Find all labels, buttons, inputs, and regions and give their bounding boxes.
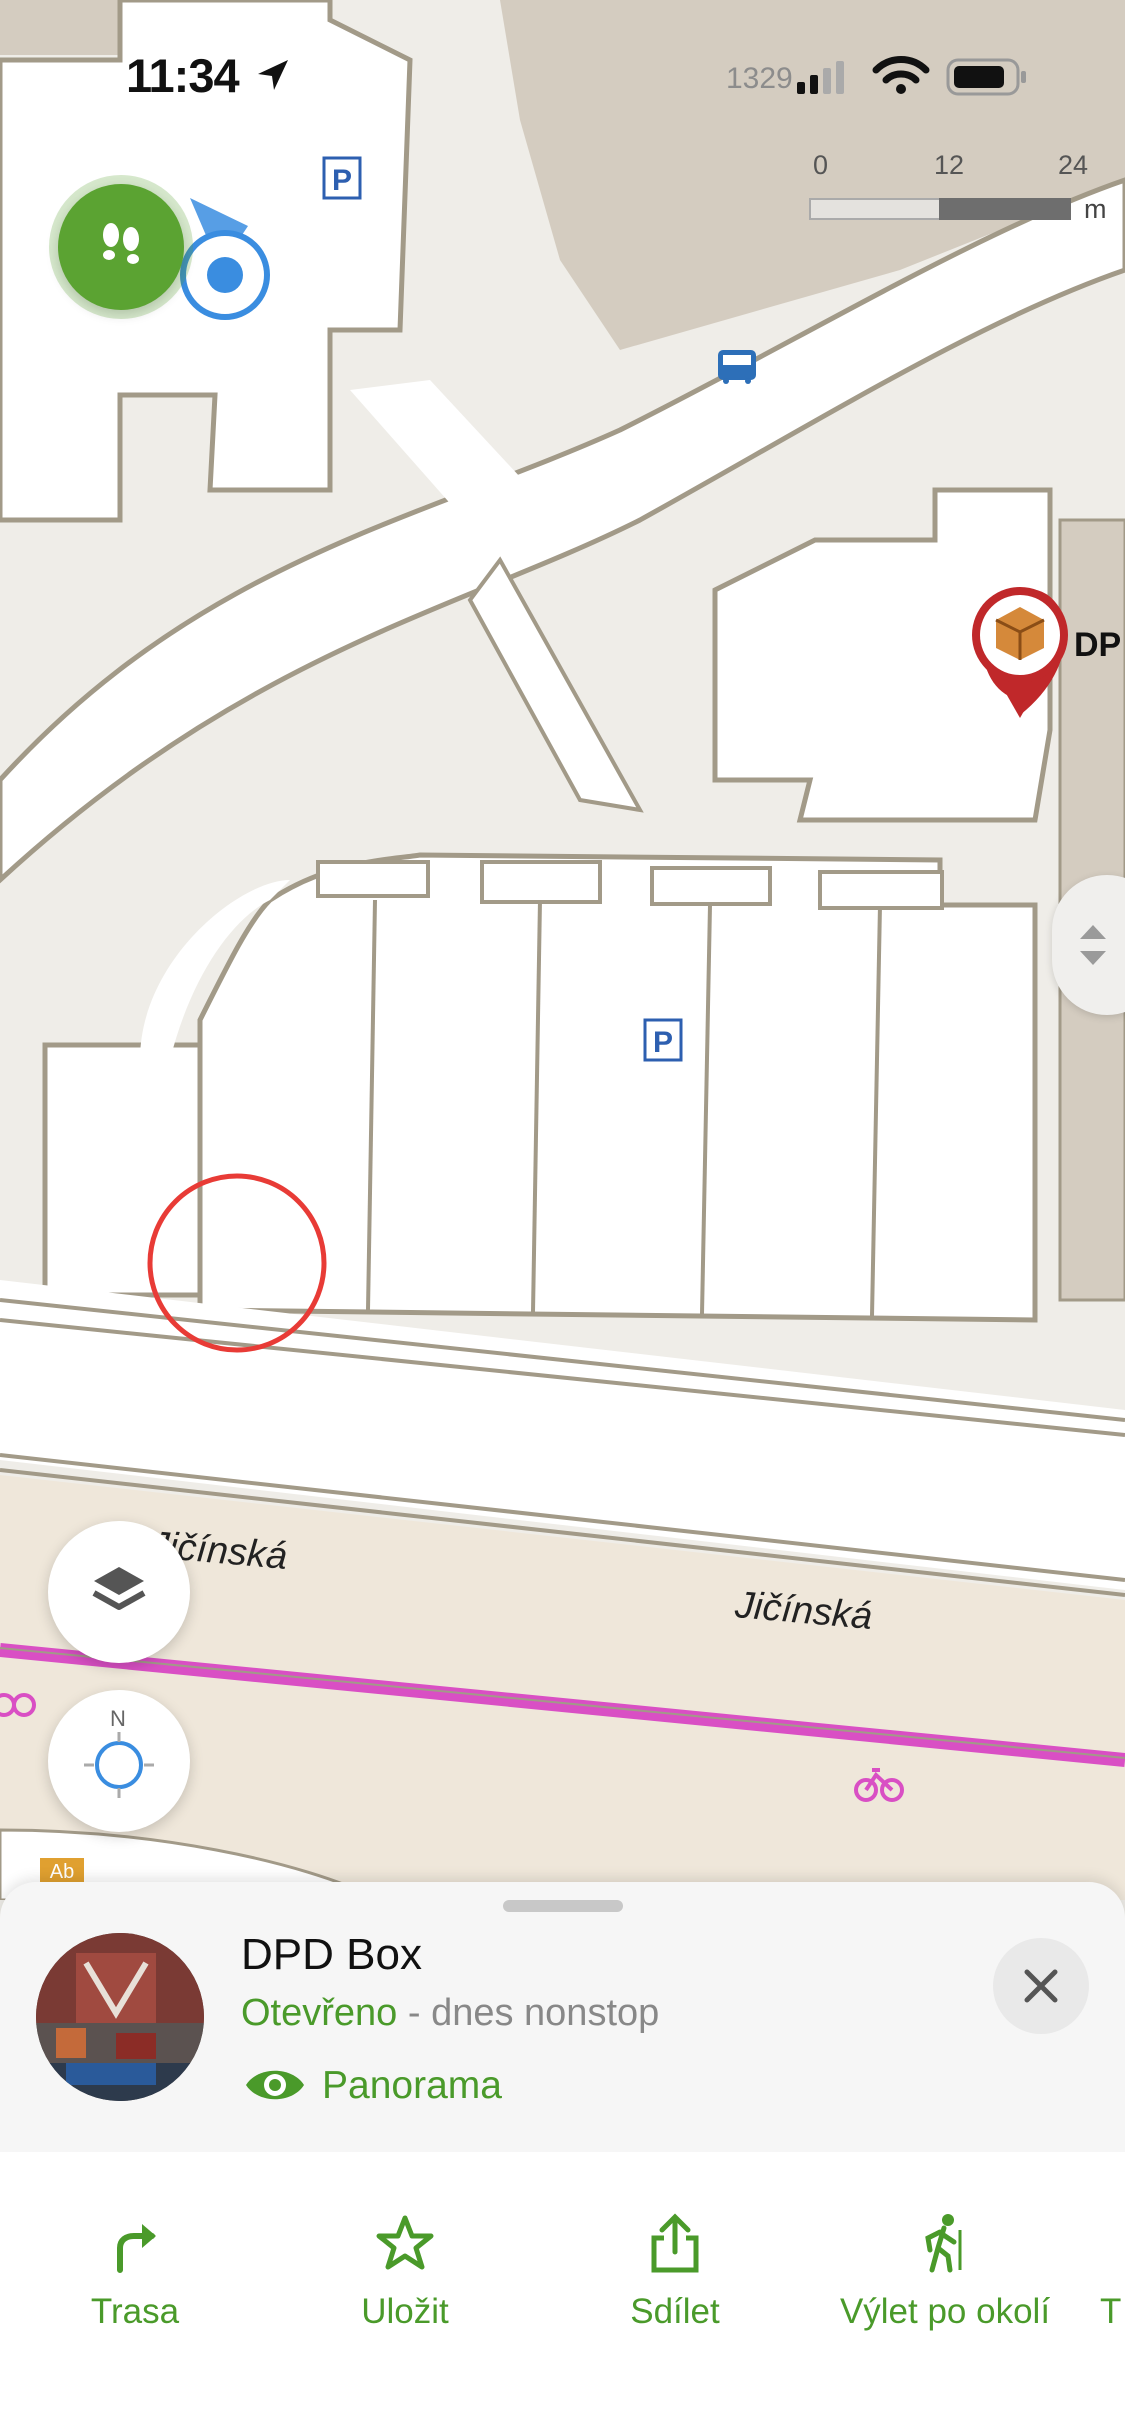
map-scale: 0 12 24 m bbox=[806, 150, 1107, 230]
scale-label: 0 bbox=[813, 150, 829, 180]
layers-button[interactable] bbox=[48, 1521, 190, 1663]
svg-text:Ab: Ab bbox=[50, 1861, 74, 1883]
carrier-text: 1329 bbox=[726, 62, 793, 95]
side-panel-handle[interactable] bbox=[1052, 875, 1125, 1015]
layers-icon bbox=[92, 1567, 146, 1610]
clock: 11:34 bbox=[126, 49, 240, 102]
sheet-grabber[interactable] bbox=[503, 1900, 623, 1912]
share-button[interactable]: Sdílet bbox=[590, 2152, 760, 2352]
action-label: Uložit bbox=[361, 2292, 449, 2331]
scale-label: 24 bbox=[1058, 150, 1089, 180]
bus-stop-icon: Ab bbox=[40, 1858, 84, 1884]
open-status: Otevřeno bbox=[241, 1992, 398, 2034]
star-icon bbox=[376, 2215, 434, 2270]
close-button[interactable] bbox=[993, 1938, 1089, 2034]
save-button[interactable]: Uložit bbox=[320, 2152, 490, 2352]
share-icon bbox=[651, 2213, 699, 2273]
status-bar: 11:34 1329 bbox=[0, 0, 1125, 150]
place-photo[interactable] bbox=[36, 1933, 204, 2101]
eye-icon bbox=[246, 2070, 304, 2100]
action-label: Sdílet bbox=[630, 2292, 720, 2331]
opening-status: Otevřeno - dnes nonstop bbox=[241, 1992, 659, 2035]
action-label: Trasa bbox=[90, 2292, 180, 2331]
scale-bar-dark bbox=[939, 198, 1071, 220]
place-detail-sheet: DPD Box Otevřeno - dnes nonstop Panorama… bbox=[0, 1882, 1125, 2436]
svg-text:P: P bbox=[653, 1026, 673, 1059]
battery-icon bbox=[946, 58, 1026, 96]
hiker-icon bbox=[925, 2214, 962, 2273]
svg-text:P: P bbox=[332, 164, 352, 197]
poi-label: DP bbox=[1074, 626, 1122, 664]
place-title: DPD Box bbox=[241, 1930, 422, 1979]
scale-label: 12 bbox=[934, 150, 965, 180]
bus-icon bbox=[718, 350, 756, 384]
wifi-icon bbox=[872, 56, 930, 94]
location-arrow-icon bbox=[258, 60, 288, 90]
action-bar: Trasa Uložit Sdílet Výlet po okolí T bbox=[0, 2152, 1125, 2436]
parking-icon: P bbox=[322, 156, 362, 200]
compass-icon bbox=[84, 1732, 154, 1798]
close-icon bbox=[1024, 1969, 1058, 2003]
route-button[interactable]: Trasa bbox=[50, 2152, 220, 2352]
signal-icon bbox=[797, 61, 844, 94]
route-icon bbox=[117, 2224, 156, 2273]
more-action-button[interactable]: T bbox=[1100, 2152, 1125, 2352]
panorama-label: Panorama bbox=[322, 2064, 502, 2107]
scale-unit: m bbox=[1084, 194, 1107, 224]
parking-icon: P bbox=[643, 1018, 683, 1062]
footprints-icon bbox=[103, 223, 139, 264]
compass-button[interactable]: N bbox=[48, 1690, 190, 1832]
action-label: T bbox=[1100, 2292, 1122, 2331]
up-down-arrows-icon bbox=[1080, 925, 1106, 965]
scale-bar-light bbox=[809, 198, 943, 220]
nearby-trip-button[interactable]: Výlet po okolí bbox=[825, 2152, 1065, 2352]
walking-mode-button[interactable] bbox=[58, 184, 184, 310]
action-label: Výlet po okolí bbox=[839, 2292, 1051, 2331]
hours-text: - dnes nonstop bbox=[397, 1992, 660, 2034]
